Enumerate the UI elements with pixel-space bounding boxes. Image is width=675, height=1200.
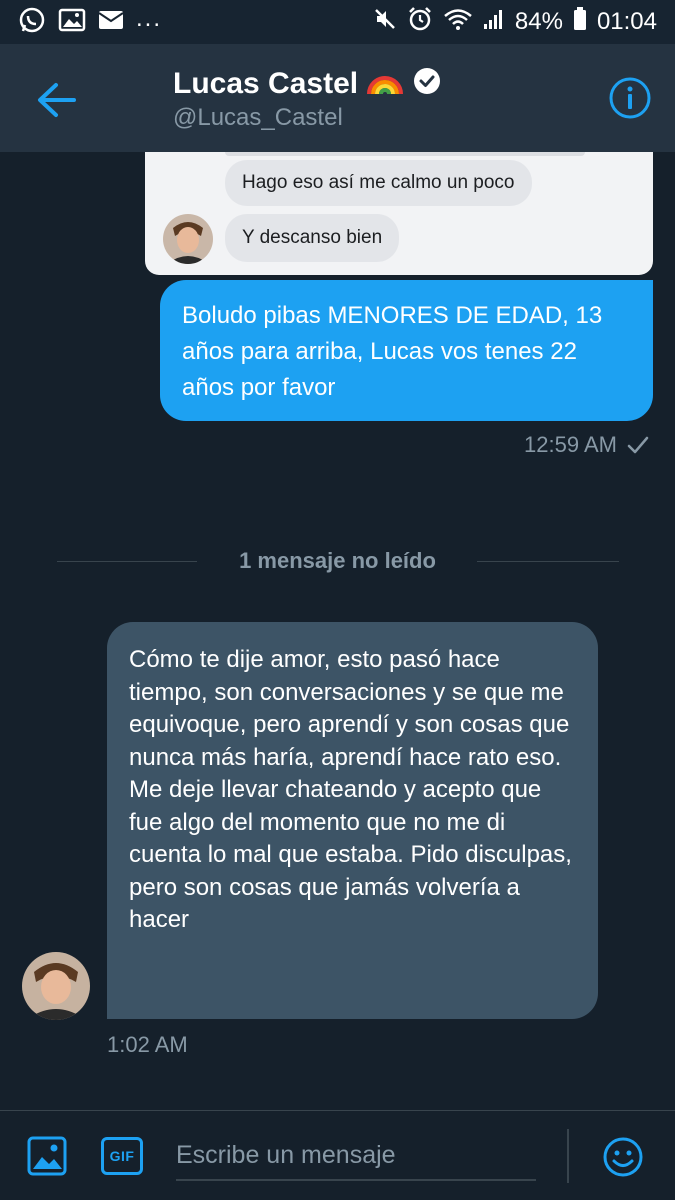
embedded-message-1: Hago eso así me calmo un poco — [225, 160, 532, 206]
emoji-button[interactable] — [602, 1136, 644, 1178]
back-button[interactable] — [34, 78, 78, 122]
contact-name: Lucas Castel — [173, 66, 359, 100]
composer-separator — [567, 1129, 569, 1183]
received-message-time: 1:02 AM — [107, 1032, 188, 1057]
embedded-screenshot[interactable]: Hago eso así me calmo un poco Y descanso… — [145, 152, 653, 275]
checkmark-icon — [627, 436, 649, 454]
unread-divider-label: 1 mensaje no leído — [239, 548, 436, 573]
add-image-button[interactable] — [27, 1136, 67, 1176]
rainbow-emoji — [366, 67, 404, 100]
divider-line-left — [57, 561, 197, 562]
info-button[interactable] — [608, 76, 652, 120]
sent-message-time: 12:59 AM — [524, 432, 617, 457]
emoji-icon — [603, 1137, 643, 1177]
message-input[interactable] — [176, 1131, 536, 1181]
image-icon — [58, 8, 86, 37]
status-more-dots: ... — [136, 5, 163, 32]
sent-message-bubble[interactable]: Boludo pibas MENORES DE EDAD, 13 años pa… — [160, 280, 653, 421]
wifi-icon — [443, 7, 473, 38]
status-bar-left: ... — [18, 5, 163, 39]
whatsapp-icon — [18, 6, 46, 39]
embedded-message-2: Y descanso bien — [225, 214, 400, 262]
clock: 01:04 — [596, 8, 657, 35]
message-composer: GIF — [0, 1110, 675, 1200]
battery-icon — [573, 6, 587, 38]
info-icon — [609, 77, 651, 119]
embedded-cut-bubble — [225, 152, 585, 156]
received-message-bubble[interactable]: Cómo te dije amor, esto pasó hace tiempo… — [107, 622, 598, 1019]
header-title-row[interactable]: Lucas Castel — [173, 66, 442, 101]
divider-line-right — [477, 561, 619, 562]
sent-message-meta: 12:59 AM — [524, 432, 649, 458]
signal-icon — [483, 8, 505, 37]
status-bar: ... 84% 01:04 — [0, 0, 675, 44]
battery-percent: 84% — [514, 8, 563, 35]
mute-icon — [373, 7, 397, 38]
alarm-icon — [407, 6, 433, 39]
back-arrow-icon — [38, 83, 76, 117]
gif-button[interactable]: GIF — [101, 1137, 143, 1175]
status-bar-right: 84% 01:04 — [373, 6, 657, 39]
sender-avatar[interactable] — [22, 952, 90, 1020]
contact-handle: @Lucas_Castel — [173, 104, 343, 131]
mail-icon — [98, 10, 124, 35]
conversation-header: Lucas Castel @Lucas_Castel — [0, 44, 675, 152]
image-icon — [27, 1136, 67, 1176]
embedded-avatar — [163, 214, 213, 264]
verified-badge-icon — [412, 66, 442, 101]
